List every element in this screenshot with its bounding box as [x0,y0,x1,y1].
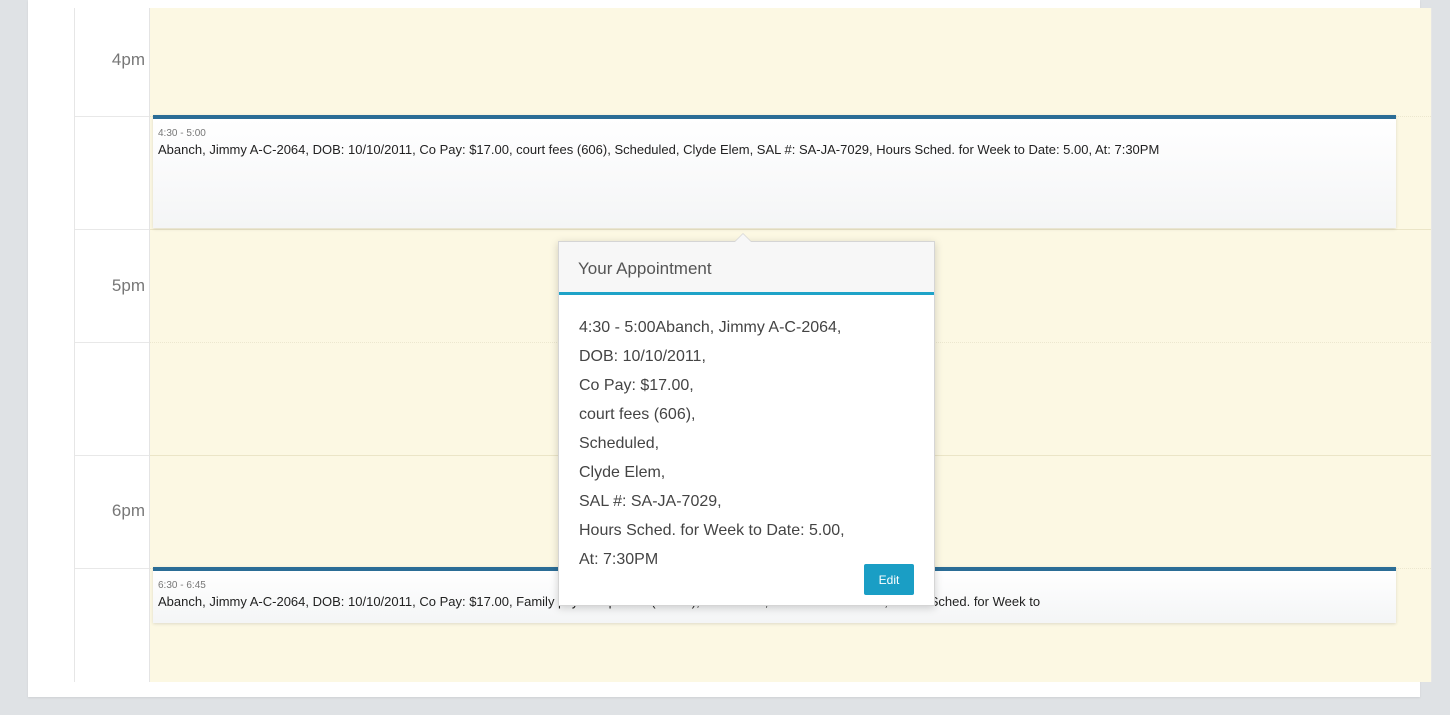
gutter-divider [75,568,149,569]
popover-line: Co Pay: $17.00, [579,377,694,394]
popover-line: court fees (606), [579,406,696,423]
hour-label-4pm: 4pm [111,50,145,69]
popover-title: Your Appointment [559,242,934,295]
hour-line [150,229,1431,230]
event-time: 4:30 - 5:00 [158,128,206,139]
popover-body: 4:30 - 5:00Abanch, Jimmy A-C-2064, DOB: … [559,295,934,574]
gutter-divider [75,116,149,117]
gutter-divider [75,229,149,230]
appointment-popover: Your Appointment 4:30 - 5:00Abanch, Jimm… [558,233,935,606]
edit-button[interactable]: Edit [864,564,914,595]
popover-line: Clyde Elem, [579,464,666,481]
popover-line: Scheduled, [579,435,660,452]
gutter-divider [75,342,149,343]
appointment-event[interactable]: 4:30 - 5:00 Abanch, Jimmy A-C-2064, DOB:… [153,115,1396,228]
popover-line: DOB: 10/10/2011, [579,348,706,365]
popover-arrow [734,233,752,242]
gutter-divider [75,455,149,456]
popover-line: 4:30 - 5:00Abanch, Jimmy A-C-2064, [579,319,842,336]
event-title: Abanch, Jimmy A-C-2064, DOB: 10/10/2011,… [158,142,1160,157]
popover-line: Hours Sched. for Week to Date: 5.00, [579,522,845,539]
popover-line: SAL #: SA-JA-7029, [579,493,722,510]
hour-label-6pm: 6pm [111,501,145,520]
hour-label-5pm: 5pm [111,276,145,295]
time-gutter: 4pm 5pm 6pm [75,8,150,682]
